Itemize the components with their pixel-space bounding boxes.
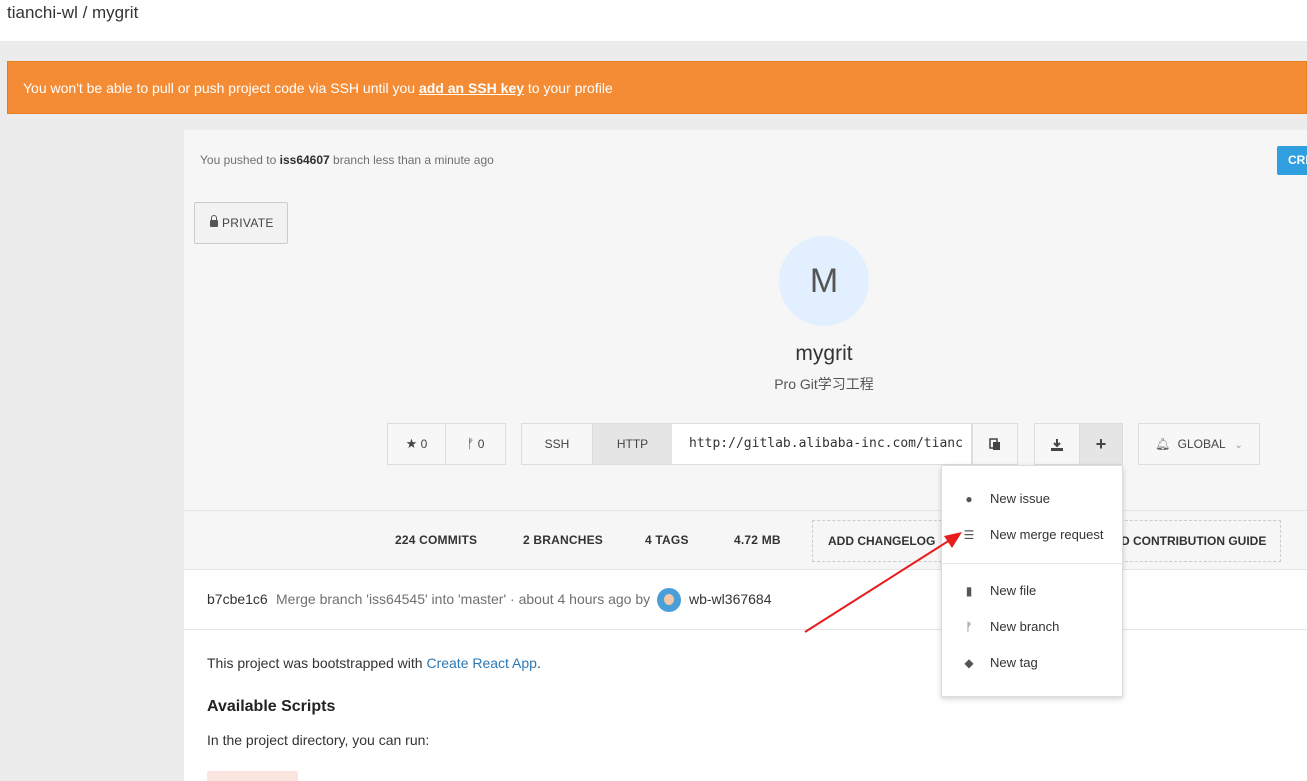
commit-message[interactable]: Merge branch 'iss64545' into 'master' · …: [276, 591, 650, 607]
menu-item-new-branch[interactable]: ᚠ New branch: [962, 617, 1059, 637]
branch-icon: ᚠ: [965, 620, 973, 634]
project-title: mygrit: [795, 342, 853, 365]
copy-url-button[interactable]: [972, 423, 1018, 465]
chevron-down-icon: ⌄: [1234, 440, 1243, 451]
download-icon: [1051, 438, 1063, 451]
lock-icon: [210, 215, 218, 227]
readme-intro-before: This project was bootstrapped with: [207, 655, 423, 671]
download-button[interactable]: [1034, 423, 1080, 465]
branches-link[interactable]: 2 BRANCHES: [523, 533, 603, 547]
menu-item-new-file[interactable]: ▮ New file: [962, 581, 1037, 601]
visibility-label: PRIVATE: [222, 216, 274, 230]
menu-item-new-tag[interactable]: ◆ New tag: [962, 653, 1038, 673]
ssh-clone-button[interactable]: SSH: [521, 423, 593, 465]
menu-label: New branch: [990, 619, 1060, 634]
star-button[interactable]: ★ 0: [387, 423, 446, 465]
commits-link[interactable]: 224 COMMITS: [395, 533, 477, 547]
star-icon: ★: [405, 436, 418, 451]
exclamation-circle-icon: ●: [965, 492, 973, 506]
add-changelog-button[interactable]: ADD CHANGELOG: [812, 520, 947, 562]
push-prefix: You pushed to: [200, 153, 277, 167]
clipboard-icon: [989, 438, 1000, 451]
push-suffix: branch less than a minute ago: [333, 153, 494, 167]
create-merge-request-button[interactable]: CRE: [1277, 146, 1307, 175]
code-snippet: [207, 771, 298, 781]
tags-link[interactable]: 4 TAGS: [645, 533, 689, 547]
project-description: Pro Git学习工程: [774, 376, 874, 392]
star-count: 0: [420, 437, 428, 451]
menu-item-new-merge-request[interactable]: ☰ New merge request: [962, 525, 1104, 545]
last-push-info: You pushed to iss64607 branch less than …: [200, 153, 494, 167]
add-contribution-guide-button[interactable]: D CONTRIBUTION GUIDE: [1105, 520, 1281, 562]
tags-icon: ◆: [964, 656, 974, 670]
bell-icon: 🔔︎: [1155, 437, 1171, 451]
menu-label: New merge request: [990, 527, 1104, 542]
commit-sha-link[interactable]: b7cbe1c6: [207, 591, 268, 607]
breadcrumb[interactable]: tianchi-wl / mygrit: [7, 3, 138, 23]
project-avatar: M: [779, 236, 869, 326]
menu-label: New issue: [990, 491, 1050, 506]
repo-size: 4.72 MB: [734, 533, 781, 547]
menu-divider: [942, 563, 1122, 564]
fork-button[interactable]: ᚠ 0: [445, 423, 506, 465]
add-ssh-key-link[interactable]: add an SSH key: [419, 80, 524, 96]
top-bar: tianchi-wl / mygrit: [0, 0, 1307, 41]
file-icon: ▮: [965, 584, 973, 598]
readme-heading: Available Scripts: [207, 698, 336, 715]
menu-label: New file: [990, 583, 1037, 598]
pushed-branch[interactable]: iss64607: [280, 153, 330, 167]
readme-panel: [184, 630, 1307, 781]
add-dropdown-button[interactable]: +: [1079, 423, 1123, 465]
merge-request-icon: ☰: [963, 528, 975, 542]
author-avatar[interactable]: [657, 588, 681, 612]
alert-text-after: to your profile: [527, 80, 613, 96]
clone-url-input[interactable]: http://gitlab.alibaba-inc.com/tianc: [672, 423, 972, 465]
readme-intro-after: .: [536, 655, 541, 671]
alert-text-before: You won't be able to pull or push projec…: [23, 80, 416, 96]
notification-label: GLOBAL: [1177, 437, 1226, 451]
create-react-app-link[interactable]: Create React App: [426, 655, 537, 671]
menu-label: New tag: [990, 655, 1038, 670]
menu-item-new-issue[interactable]: ● New issue: [962, 489, 1050, 509]
http-clone-button[interactable]: HTTP: [592, 423, 673, 465]
notification-level-button[interactable]: 🔔︎ GLOBAL ⌄: [1138, 423, 1260, 465]
ssh-key-alert: You won't be able to pull or push projec…: [7, 61, 1307, 114]
commit-author[interactable]: wb-wl367684: [689, 591, 772, 607]
fork-icon: ᚠ: [466, 436, 475, 451]
fork-count: 0: [477, 437, 485, 451]
visibility-badge[interactable]: PRIVATE: [194, 202, 288, 244]
readme-intro: This project was bootstrapped with Creat…: [207, 655, 541, 671]
readme-paragraph: In the project directory, you can run:: [207, 732, 430, 748]
